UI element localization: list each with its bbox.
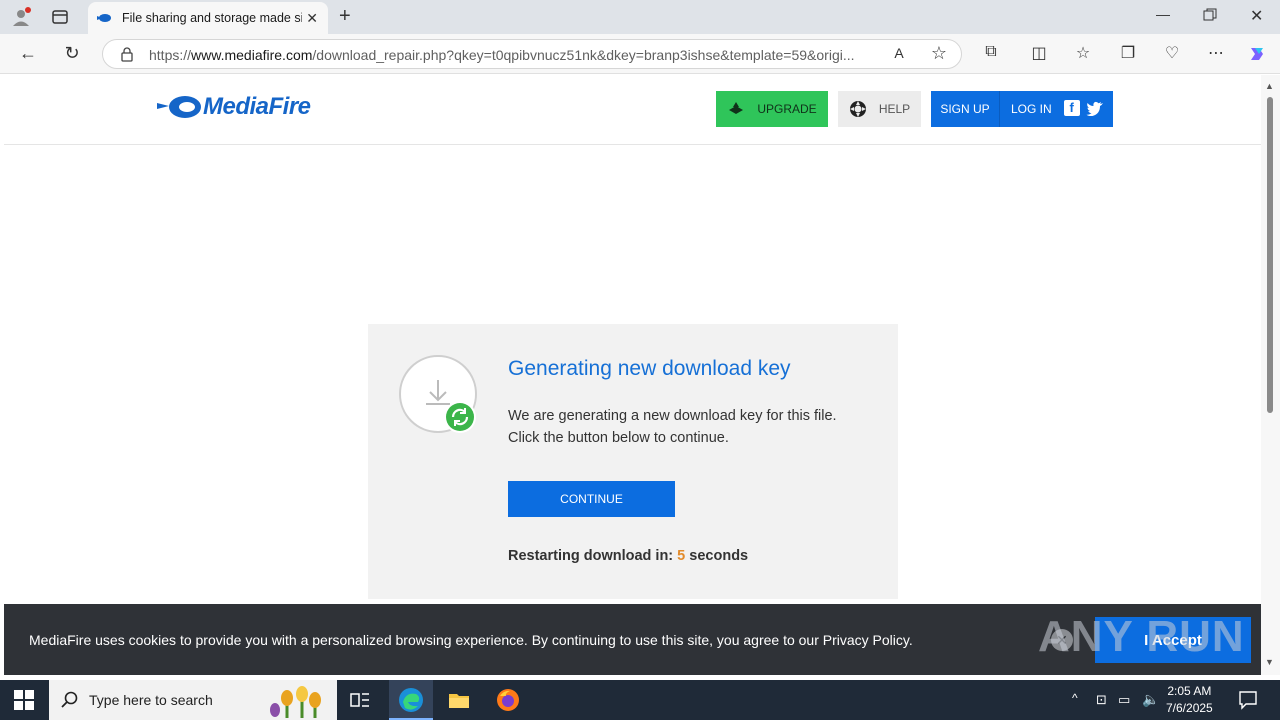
tab-title: File sharing and storage made sim bbox=[122, 11, 302, 25]
continue-button[interactable]: CONTINUE bbox=[508, 481, 675, 517]
cookie-banner: MediaFire uses cookies to provide you wi… bbox=[4, 604, 1261, 675]
anyrun-watermark: ANY RUN bbox=[1038, 612, 1245, 661]
search-placeholder: Type here to search bbox=[89, 692, 213, 708]
windows-taskbar: Type here to search ^ ⊡ ▭ 🔈 2:05 AM 7/6/… bbox=[0, 680, 1280, 720]
lifebuoy-icon bbox=[849, 101, 866, 117]
restart-countdown: Restarting download in: 5 seconds bbox=[508, 548, 748, 564]
back-icon[interactable]: ← bbox=[16, 43, 40, 64]
tab-close-icon[interactable]: ✕ bbox=[306, 10, 318, 27]
browser-essentials-icon[interactable]: ♡ bbox=[1160, 43, 1184, 63]
split-screen-icon[interactable]: ◫ bbox=[1027, 43, 1051, 63]
restart-prefix: Restarting download in: bbox=[508, 548, 674, 564]
description-line-1: We are generating a new download key for… bbox=[508, 408, 837, 424]
upgrade-icon bbox=[729, 102, 744, 114]
mediafire-favicon-icon bbox=[96, 10, 112, 26]
browser-tab[interactable]: File sharing and storage made sim ✕ bbox=[88, 2, 328, 34]
upgrade-label: UPGRADE bbox=[757, 102, 817, 116]
favorite-star-icon[interactable]: ☆ bbox=[927, 43, 951, 64]
help-button[interactable]: HELP bbox=[838, 91, 921, 127]
taskbar-clock[interactable]: 2:05 AM 7/6/2025 bbox=[1166, 683, 1213, 717]
countdown-number: 5 bbox=[677, 548, 686, 564]
new-tab-icon[interactable]: + bbox=[339, 5, 351, 28]
facebook-icon[interactable]: f bbox=[1063, 99, 1080, 116]
scrollbar-thumb[interactable] bbox=[1267, 97, 1273, 413]
show-hidden-icons[interactable]: ^ bbox=[1072, 691, 1078, 705]
logo-text: MediaFire bbox=[203, 93, 311, 120]
download-refresh-icon bbox=[398, 354, 480, 436]
upgrade-button[interactable]: UPGRADE bbox=[716, 91, 828, 127]
windows-start-icon[interactable] bbox=[14, 690, 34, 710]
network-device-icon[interactable]: ⊡ bbox=[1096, 692, 1107, 708]
signup-button[interactable]: SIGN UP bbox=[931, 91, 999, 127]
task-view-icon[interactable] bbox=[348, 688, 372, 712]
continue-label: CONTINUE bbox=[560, 492, 623, 506]
login-label: LOG IN bbox=[1011, 102, 1052, 116]
site-info-icon[interactable] bbox=[119, 46, 135, 62]
firefox-icon[interactable] bbox=[496, 688, 520, 712]
tab-actions-icon[interactable] bbox=[50, 8, 70, 26]
card-description: We are generating a new download key for… bbox=[508, 405, 837, 449]
download-key-card: Generating new download key We are gener… bbox=[368, 324, 898, 599]
read-aloud-icon[interactable]: A bbox=[887, 45, 911, 61]
url-text: https://www.mediafire.com/download_repai… bbox=[149, 47, 855, 63]
browser-titlebar: File sharing and storage made sim ✕ + — … bbox=[0, 0, 1280, 34]
help-label: HELP bbox=[878, 102, 911, 116]
browser-toolbar: ← ↻ https://www.mediafire.com/download_r… bbox=[0, 34, 1280, 74]
scroll-up-icon[interactable]: ▲ bbox=[1265, 81, 1274, 91]
mediafire-logo-icon bbox=[157, 96, 201, 118]
restore-icon[interactable] bbox=[1203, 8, 1217, 22]
network-icon[interactable]: ▭ bbox=[1118, 692, 1130, 708]
settings-more-icon[interactable]: ⋯ bbox=[1204, 43, 1228, 63]
notifications-icon[interactable] bbox=[1238, 690, 1258, 710]
taskbar-search[interactable]: Type here to search bbox=[49, 680, 337, 720]
description-line-2: Click the button below to continue. bbox=[508, 430, 729, 446]
refresh-icon[interactable]: ↻ bbox=[60, 43, 84, 64]
favorites-icon[interactable]: ☆ bbox=[1071, 43, 1095, 63]
web-page: MediaFire UPGRADE HELP SIGN UP LOG IN f bbox=[4, 75, 1261, 675]
edge-taskbar-button[interactable] bbox=[389, 680, 433, 720]
page-scrollbar[interactable]: ▲ ▼ bbox=[1261, 75, 1280, 675]
collections-icon[interactable]: ❐ bbox=[1116, 43, 1140, 63]
profile-icon[interactable] bbox=[10, 6, 32, 28]
twitter-icon[interactable] bbox=[1086, 100, 1104, 119]
scroll-down-icon[interactable]: ▼ bbox=[1265, 657, 1274, 667]
copilot-icon[interactable] bbox=[1247, 44, 1267, 64]
volume-icon[interactable]: 🔈 bbox=[1142, 691, 1159, 708]
card-title: Generating new download key bbox=[508, 357, 791, 380]
clock-time: 2:05 AM bbox=[1167, 684, 1212, 698]
signup-label: SIGN UP bbox=[940, 102, 990, 116]
minimize-icon[interactable]: — bbox=[1156, 6, 1170, 22]
mediafire-logo[interactable]: MediaFire bbox=[155, 93, 311, 121]
login-button[interactable]: LOG IN f bbox=[999, 91, 1113, 127]
cookie-message: MediaFire uses cookies to provide you wi… bbox=[29, 632, 913, 648]
edge-icon bbox=[399, 688, 423, 712]
clock-date: 7/6/2025 bbox=[1166, 701, 1213, 715]
extensions-icon[interactable]: ⧉ bbox=[979, 43, 1003, 61]
restart-suffix: seconds bbox=[689, 548, 749, 564]
search-icon bbox=[61, 691, 79, 709]
tulips-decoration-icon bbox=[257, 682, 337, 718]
close-window-icon[interactable]: ✕ bbox=[1250, 6, 1263, 26]
file-explorer-icon[interactable] bbox=[447, 688, 471, 712]
address-bar[interactable]: https://www.mediafire.com/download_repai… bbox=[102, 39, 962, 69]
site-header: MediaFire UPGRADE HELP SIGN UP LOG IN f bbox=[4, 75, 1261, 145]
